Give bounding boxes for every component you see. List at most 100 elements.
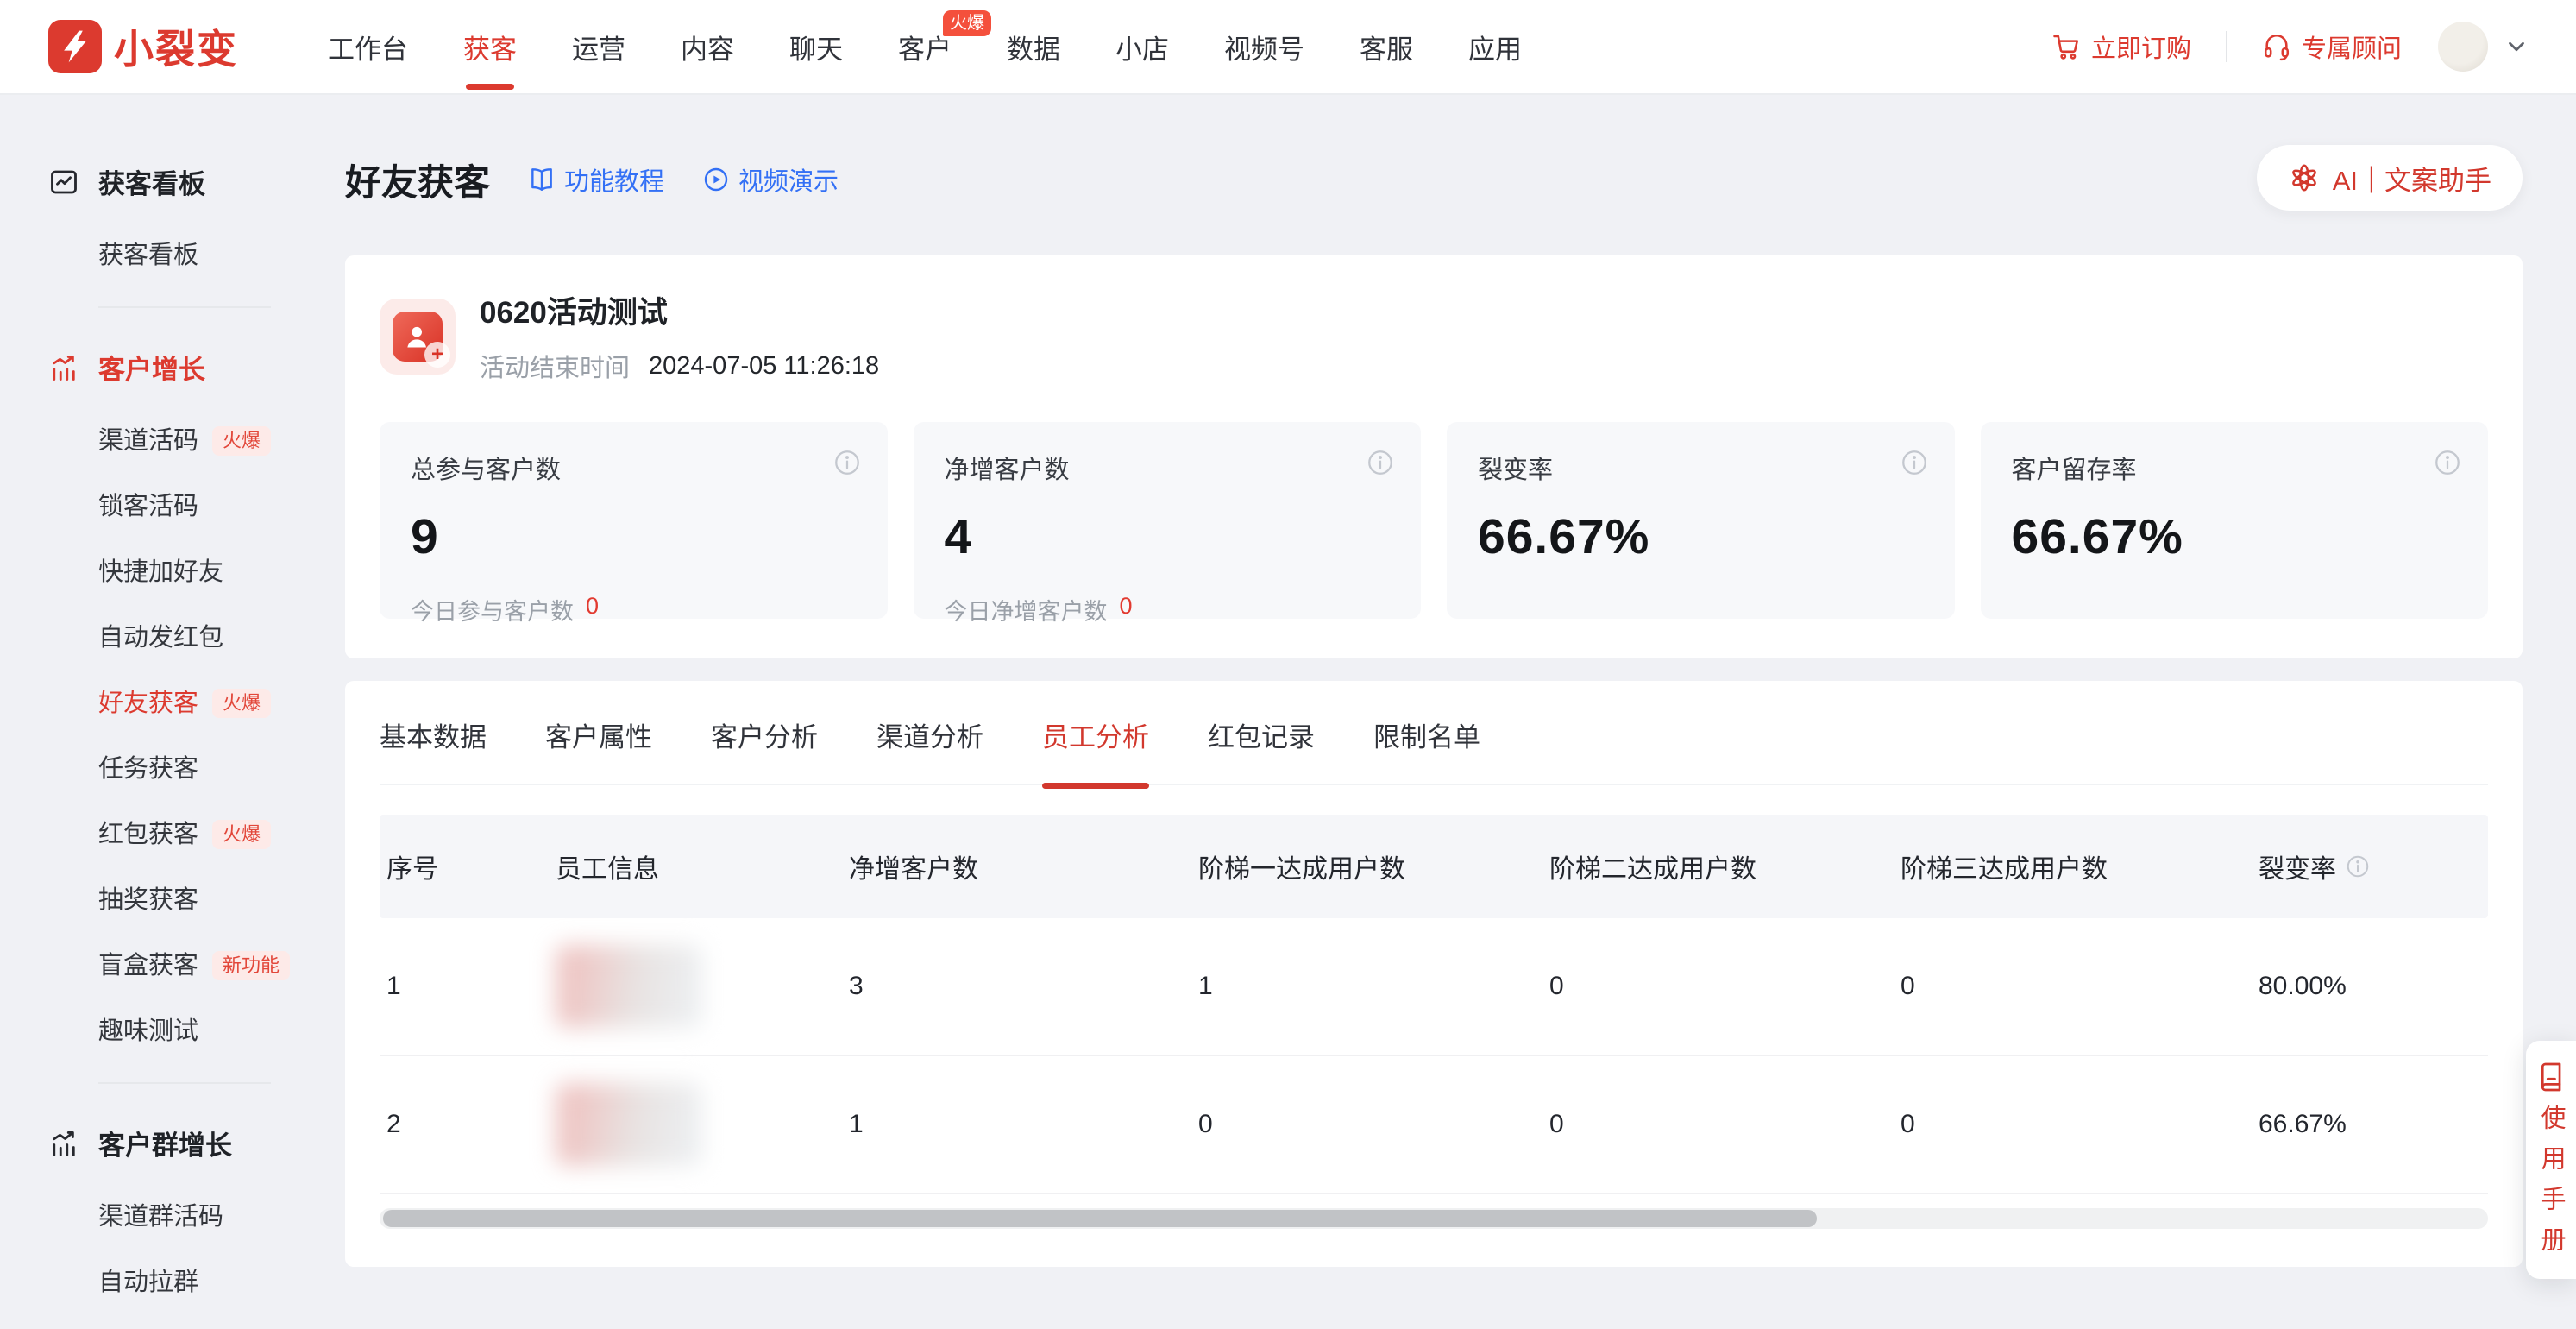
divider	[98, 306, 271, 308]
sidebar-item-channel-qr[interactable]: 渠道活码 火爆	[98, 426, 345, 456]
stat-value: 66.67%	[1478, 508, 1924, 565]
order-now-button[interactable]: 立即订购	[2051, 28, 2191, 65]
cell-tier1: 0	[1198, 1110, 1549, 1139]
sidebar-item-label: 盲盒获客	[98, 951, 198, 980]
activity-end-time-label: 活动结束时间	[480, 348, 630, 384]
stat-value: 9	[411, 508, 857, 565]
nav-item-operation[interactable]: 运营	[572, 0, 625, 93]
horizontal-scrollbar-track[interactable]	[380, 1208, 2488, 1229]
info-icon[interactable]	[1366, 448, 1395, 477]
advisor-button[interactable]: 专属顾问	[2262, 28, 2402, 65]
sidebar-item-dashboard[interactable]: 获客看板	[98, 241, 345, 270]
stat-card-fission-rate: 裂变率 66.67%	[1447, 422, 1955, 619]
play-circle-icon	[702, 166, 730, 193]
cell-net-new: 1	[849, 1110, 1198, 1139]
sidebar-section-customer-growth[interactable]: 客户增长	[48, 348, 345, 387]
sidebar-item-auto-group[interactable]: 自动拉群	[98, 1268, 345, 1297]
column-header-employee: 员工信息	[556, 847, 849, 885]
activity-end-time-value: 2024-07-05 11:26:18	[649, 352, 879, 381]
sidebar-item-group-channel-qr[interactable]: 渠道群活码	[98, 1202, 345, 1231]
sidebar-item-label: 获客看板	[98, 241, 198, 270]
hot-badge: 火爆	[212, 820, 271, 849]
cell-rate: 80.00%	[2259, 972, 2488, 1001]
user-manual-fab[interactable]: 使用手册	[2526, 1041, 2576, 1279]
sidebar-item-label: 自动发红包	[98, 623, 223, 652]
info-icon[interactable]	[832, 448, 862, 477]
tab-customer-attributes[interactable]: 客户属性	[545, 715, 652, 754]
ai-copywriter-label: AI｜文案助手	[2333, 159, 2491, 198]
tab-basic-data[interactable]: 基本数据	[380, 715, 487, 754]
nav-item-acquisition[interactable]: 获客	[463, 0, 517, 93]
info-icon[interactable]	[1900, 448, 1929, 477]
nav-item-content[interactable]: 内容	[681, 0, 734, 93]
nav-item-apps[interactable]: 应用	[1468, 0, 1522, 93]
user-manual-label: 使用手册	[2533, 1105, 2569, 1267]
sidebar-item-blindbox-acquisition[interactable]: 盲盒获客 新功能	[98, 951, 345, 980]
sidebar-item-task-acquisition[interactable]: 任务获客	[98, 754, 345, 784]
stat-value: 66.67%	[2012, 508, 2458, 565]
sidebar-item-label: 自动拉群	[98, 1268, 198, 1297]
sidebar-item-auto-red-packet[interactable]: 自动发红包	[98, 623, 345, 652]
bar-chart-trend-icon	[48, 352, 79, 383]
column-header-rate: 裂变率	[2259, 847, 2488, 885]
book-icon	[528, 166, 556, 193]
nav-item-video[interactable]: 视频号	[1224, 0, 1304, 93]
tab-block-list[interactable]: 限制名单	[1373, 715, 1480, 754]
user-avatar[interactable]	[2438, 22, 2488, 72]
tab-customer-analysis[interactable]: 客户分析	[711, 715, 818, 754]
sidebar-item-friend-acquisition[interactable]: 好友获客 火爆	[98, 689, 345, 718]
stat-label: 裂变率	[1478, 450, 1924, 486]
bar-chart-trend-icon	[48, 1128, 79, 1159]
nav-item-workbench[interactable]: 工作台	[328, 0, 408, 93]
info-icon[interactable]	[2433, 448, 2462, 477]
stat-sub-label: 今日参与客户数	[411, 593, 574, 627]
ai-copywriter-button[interactable]: AI｜文案助手	[2257, 145, 2523, 211]
brand-name: 小裂变	[114, 18, 238, 75]
sidebar-section-group-growth[interactable]: 客户群增长	[48, 1124, 345, 1162]
sidebar-item-label: 红包获客	[98, 820, 198, 849]
video-demo-label: 视频演示	[738, 161, 839, 198]
headset-icon	[2262, 32, 2291, 61]
info-icon[interactable]	[2345, 853, 2371, 879]
hot-badge: 火爆	[212, 689, 271, 718]
blurred-employee-avatar	[556, 1083, 702, 1166]
stats-row: 总参与客户数 9 今日参与客户数0 净增客户数 4 今日净增客户数0 裂变率 6…	[380, 422, 2488, 619]
sidebar-item-label: 渠道群活码	[98, 1202, 223, 1231]
cell-employee-info	[556, 1083, 849, 1166]
sidebar-item-label: 渠道活码	[98, 426, 198, 456]
nav-item-shop[interactable]: 小店	[1115, 0, 1169, 93]
top-navigation: 工作台 获客 运营 内容 聊天 客户 火爆 数据 小店 视频号 客服 应用	[328, 0, 1522, 93]
sidebar-item-label: 任务获客	[98, 754, 198, 784]
tab-employee-analysis[interactable]: 员工分析	[1042, 715, 1149, 754]
column-header-tier1: 阶梯一达成用户数	[1198, 847, 1549, 885]
nav-item-data[interactable]: 数据	[1007, 0, 1060, 93]
nav-item-chat[interactable]: 聊天	[789, 0, 843, 93]
nav-item-customer[interactable]: 客户 火爆	[898, 0, 952, 93]
brand-logo[interactable]: 小裂变	[48, 18, 238, 75]
horizontal-scrollbar-thumb[interactable]	[383, 1210, 1817, 1227]
tab-redpacket-records[interactable]: 红包记录	[1208, 715, 1315, 754]
stat-card-net-new: 净增客户数 4 今日净增客户数0	[914, 422, 1422, 619]
tab-channel-analysis[interactable]: 渠道分析	[876, 715, 983, 754]
cell-tier3: 0	[1901, 1110, 2259, 1139]
video-demo-link[interactable]: 视频演示	[702, 161, 839, 198]
sidebar-section-title: 获客看板	[98, 162, 205, 201]
sidebar-item-redpacket-acquisition[interactable]: 红包获客 火爆	[98, 820, 345, 849]
column-header-rate-label: 裂变率	[2259, 847, 2336, 885]
sidebar-item-lock-qr[interactable]: 锁客活码	[98, 492, 345, 521]
sidebar-item-fun-test[interactable]: 趣味测试	[98, 1017, 345, 1046]
sidebar-section-dashboard[interactable]: 获客看板	[48, 162, 345, 201]
cell-net-new: 3	[849, 972, 1198, 1001]
brand-logo-icon	[48, 20, 102, 73]
tutorial-link[interactable]: 功能教程	[528, 161, 664, 198]
nav-item-service[interactable]: 客服	[1360, 0, 1413, 93]
sidebar-item-quick-add-friend[interactable]: 快捷加好友	[98, 557, 345, 587]
divider	[98, 1082, 271, 1084]
blurred-employee-avatar	[556, 945, 702, 1028]
chevron-down-icon[interactable]	[2504, 34, 2529, 60]
stat-label: 净增客户数	[945, 450, 1391, 486]
sidebar-item-label: 锁客活码	[98, 492, 198, 521]
sidebar-item-lottery-acquisition[interactable]: 抽奖获客	[98, 885, 345, 915]
cell-tier3: 0	[1901, 972, 2259, 1001]
column-header-tier3: 阶梯三达成用户数	[1901, 847, 2259, 885]
